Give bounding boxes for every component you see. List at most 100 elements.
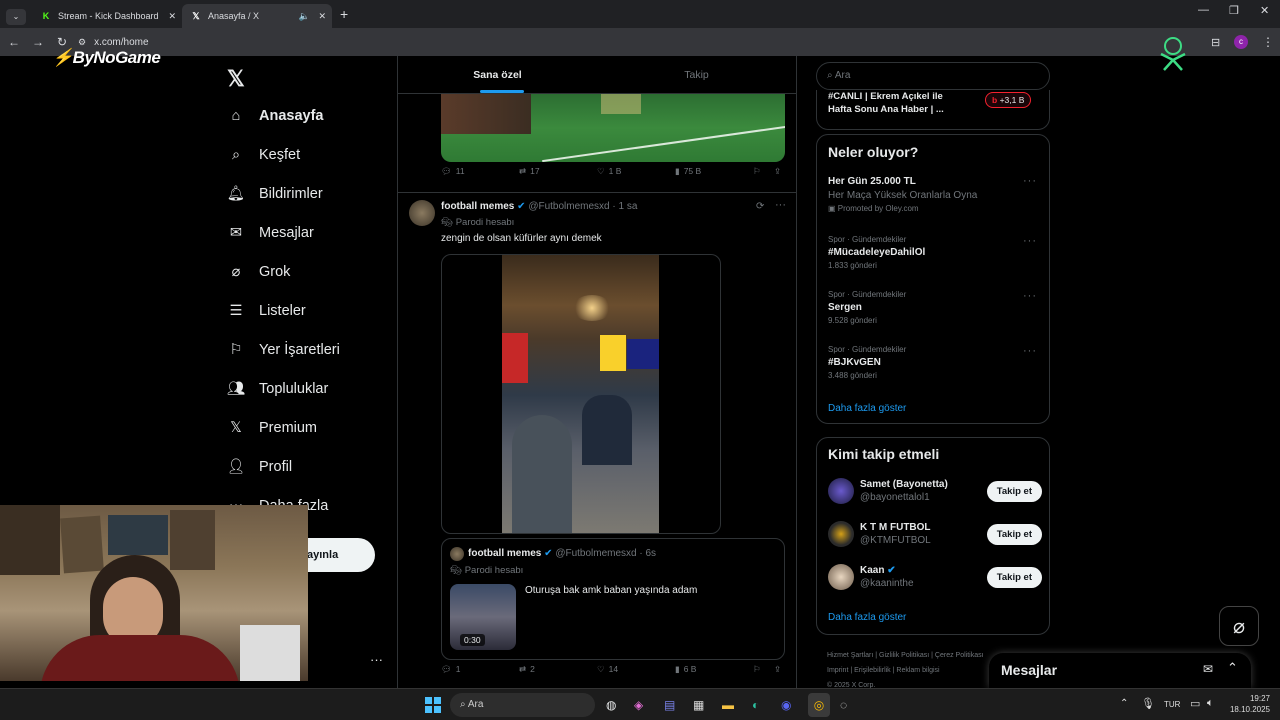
views-button[interactable]: ▮ 6 B <box>675 664 696 675</box>
back-icon[interactable]: ← <box>2 35 26 49</box>
sidebar-item-profil[interactable]: 👤︎ Profil <box>215 447 395 486</box>
views-button[interactable]: ▮ 75 B <box>675 166 701 177</box>
store-icon[interactable]: ▦ <box>693 698 704 712</box>
file-explorer-icon[interactable]: ▬ <box>722 698 734 712</box>
edge-icon[interactable]: ◐ <box>752 698 759 712</box>
follow-button[interactable]: Takip et <box>986 480 1042 502</box>
trend-more-icon[interactable]: ··· <box>1023 345 1037 357</box>
sidebar-item-grok[interactable]: ⌀ Grok <box>215 252 395 291</box>
reply-button[interactable]: 💬︎ 11 <box>441 166 465 177</box>
sidebar-item-keşfet[interactable]: ⌕ Keşfet <box>215 135 395 174</box>
share-icon[interactable]: ⇪ <box>774 166 781 177</box>
bookmark-icon[interactable]: ⚐ <box>753 664 761 675</box>
grok-floating-button[interactable]: ⌀ <box>1219 606 1259 646</box>
post-video[interactable] <box>441 254 721 534</box>
tab-sana-ozel[interactable]: Sana özel <box>398 56 597 93</box>
tab-close-icon[interactable]: ✕ <box>168 11 176 22</box>
bookmark-icon[interactable]: ⚐ <box>753 166 761 177</box>
chrome-icon[interactable]: ◎ <box>808 693 830 717</box>
sidebar-item-premium[interactable]: 𝕏 Premium <box>215 408 395 447</box>
footer-link[interactable]: Hizmet Şartları <box>827 652 873 659</box>
sidebar-item-topluluklar[interactable]: 👥︎ Topluluklar <box>215 369 395 408</box>
sidebar-item-mesajlar[interactable]: ✉ Mesajlar <box>215 213 395 252</box>
quoted-post[interactable]: football memes ✔ @Futbolmemesxd · 6s 🎭︎ … <box>441 538 785 660</box>
trend-more-icon[interactable]: ··· <box>1023 290 1037 302</box>
browser-tab-kick[interactable]: K Stream - Kick Dashboard ✕ <box>32 4 182 28</box>
like-button[interactable]: ♡ 1 B <box>597 166 621 177</box>
reload-icon[interactable]: ↻ <box>50 35 74 49</box>
microphone-icon[interactable]: 🎙︎ <box>1141 697 1155 710</box>
follow-button[interactable]: Takip et <box>986 523 1042 545</box>
trend-more-icon[interactable]: ··· <box>1023 175 1037 187</box>
account-more-icon[interactable]: ··· <box>370 652 383 667</box>
footer-link[interactable]: Imprint <box>827 667 848 674</box>
tab-close-icon[interactable]: ✕ <box>318 11 326 22</box>
language-indicator[interactable]: TUR <box>1164 700 1180 709</box>
author-handle[interactable]: @Futbolmemesxd <box>528 201 609 212</box>
footer-link[interactable]: Çerez Politikası <box>935 652 984 659</box>
messages-drawer[interactable]: Mesajlar ✉ ⌃ <box>989 653 1251 688</box>
tab-takip[interactable]: Takip <box>597 56 796 93</box>
tray-chevron-icon[interactable]: ⌃ <box>1120 698 1128 709</box>
follow-suggestion[interactable]: Samet (Bayonetta) @bayonettalol1 Takip e… <box>828 474 1042 508</box>
quote-thumbnail[interactable]: 0:30 <box>450 584 516 650</box>
footer-link[interactable]: Reklam bilgisi <box>896 667 939 674</box>
trend-item[interactable]: Spor · Gündemdekiler #BJKvGEN 3.488 gönd… <box>828 345 1038 380</box>
expand-chevron-icon[interactable]: ⌃ <box>1227 660 1238 676</box>
live-card[interactable]: #CANLI | Ekrem Açıkel ile Hafta Sonu Ana… <box>816 90 1050 130</box>
post[interactable]: football memes ✔ @Futbolmemesxd · 1 sa ⟳… <box>398 193 796 688</box>
windows-start-icon[interactable] <box>425 697 441 713</box>
previous-post-media[interactable] <box>441 94 785 162</box>
post-more-icon[interactable]: ··· <box>775 199 786 211</box>
taskbar-search[interactable]: ⌕ Ara <box>450 693 595 717</box>
minimize-button[interactable]: — <box>1198 4 1209 16</box>
sidebar-item-bildirimler[interactable]: 🔔︎ Bildirimler <box>215 174 395 213</box>
reply-button[interactable]: 💬︎ 1 <box>441 664 461 675</box>
tab-audio-icon[interactable]: 🔈 <box>299 11 310 22</box>
like-button[interactable]: ♡ 14 <box>597 664 618 675</box>
profile-avatar[interactable]: c <box>1234 35 1248 49</box>
author-name[interactable]: football memes <box>441 201 514 212</box>
show-more-trends-link[interactable]: Daha fazla göster <box>828 403 906 414</box>
share-icon[interactable]: ⇪ <box>774 664 781 675</box>
repost-button[interactable]: ⇄ 2 <box>519 664 535 675</box>
trend-item-promoted[interactable]: Her Gün 25.000 TL Her Maça Yüksek Oranla… <box>828 176 1038 213</box>
copilot-icon[interactable]: ◈ <box>634 698 643 712</box>
url-text[interactable]: x.com/home <box>94 37 148 48</box>
sidebar-item-listeler[interactable]: ☰ Listeler <box>215 291 395 330</box>
taskbar-app-icon[interactable]: ◍ <box>606 698 616 712</box>
tab-search-button[interactable]: ⌄ <box>6 9 26 25</box>
new-tab-button[interactable]: + <box>340 6 348 22</box>
x-logo-icon[interactable]: 𝕏 <box>227 66 245 92</box>
follow-suggestion[interactable]: K T M FUTBOL @KTMFUTBOL Takip et <box>828 517 1042 551</box>
site-info-icon[interactable]: ⚙ <box>78 37 86 48</box>
forward-icon[interactable]: → <box>26 35 50 49</box>
post-time[interactable]: 1 sa <box>619 201 638 212</box>
teams-icon[interactable]: ▤ <box>664 698 675 712</box>
trend-more-icon[interactable]: ··· <box>1023 235 1037 247</box>
repost-button[interactable]: ⇄ 17 <box>519 166 540 177</box>
sidebar-item-anasayfa[interactable]: ⌂ Anasayfa <box>215 96 395 135</box>
clock[interactable]: 19:27 18.10.2025 <box>1224 693 1270 715</box>
footer-link[interactable]: Gizlilik Politikası <box>879 652 929 659</box>
cast-icon[interactable]: ⊟ <box>1211 36 1220 49</box>
author-avatar[interactable] <box>409 200 435 226</box>
new-message-icon[interactable]: ✉ <box>1203 662 1213 676</box>
obs-icon[interactable]: ◌ <box>840 698 847 712</box>
grok-post-icon[interactable]: ⟳ <box>756 201 764 212</box>
search-input[interactable]: ⌕ Ara <box>816 62 1050 90</box>
close-window-button[interactable]: ✕ <box>1260 4 1269 17</box>
trend-item[interactable]: Spor · Gündemdekiler #MücadeleyeDahilOl … <box>828 235 1038 270</box>
maximize-button[interactable]: ❐ <box>1229 4 1239 17</box>
browser-tab-x[interactable]: 𝕏 Anasayfa / X 🔈 ✕ <box>182 4 332 28</box>
follow-suggestion[interactable]: Kaan ✔ @kaaninthe Takip et <box>828 560 1042 594</box>
live-badge[interactable]: b +3,1 B <box>985 92 1032 108</box>
menu-icon[interactable]: ⋮ <box>1262 35 1274 49</box>
volume-icon[interactable]: 🔈︎ <box>1207 697 1214 710</box>
sidebar-item-yer-i-şaretleri[interactable]: ⚐ Yer İşaretleri <box>215 330 395 369</box>
show-more-follow-link[interactable]: Daha fazla göster <box>828 612 906 623</box>
network-icon[interactable]: ▭ <box>1190 697 1200 710</box>
discord-icon[interactable]: ◉ <box>781 698 791 712</box>
follow-button[interactable]: Takip et <box>986 566 1042 588</box>
trend-item[interactable]: Spor · Gündemdekiler Sergen 9.528 gönder… <box>828 290 1038 325</box>
